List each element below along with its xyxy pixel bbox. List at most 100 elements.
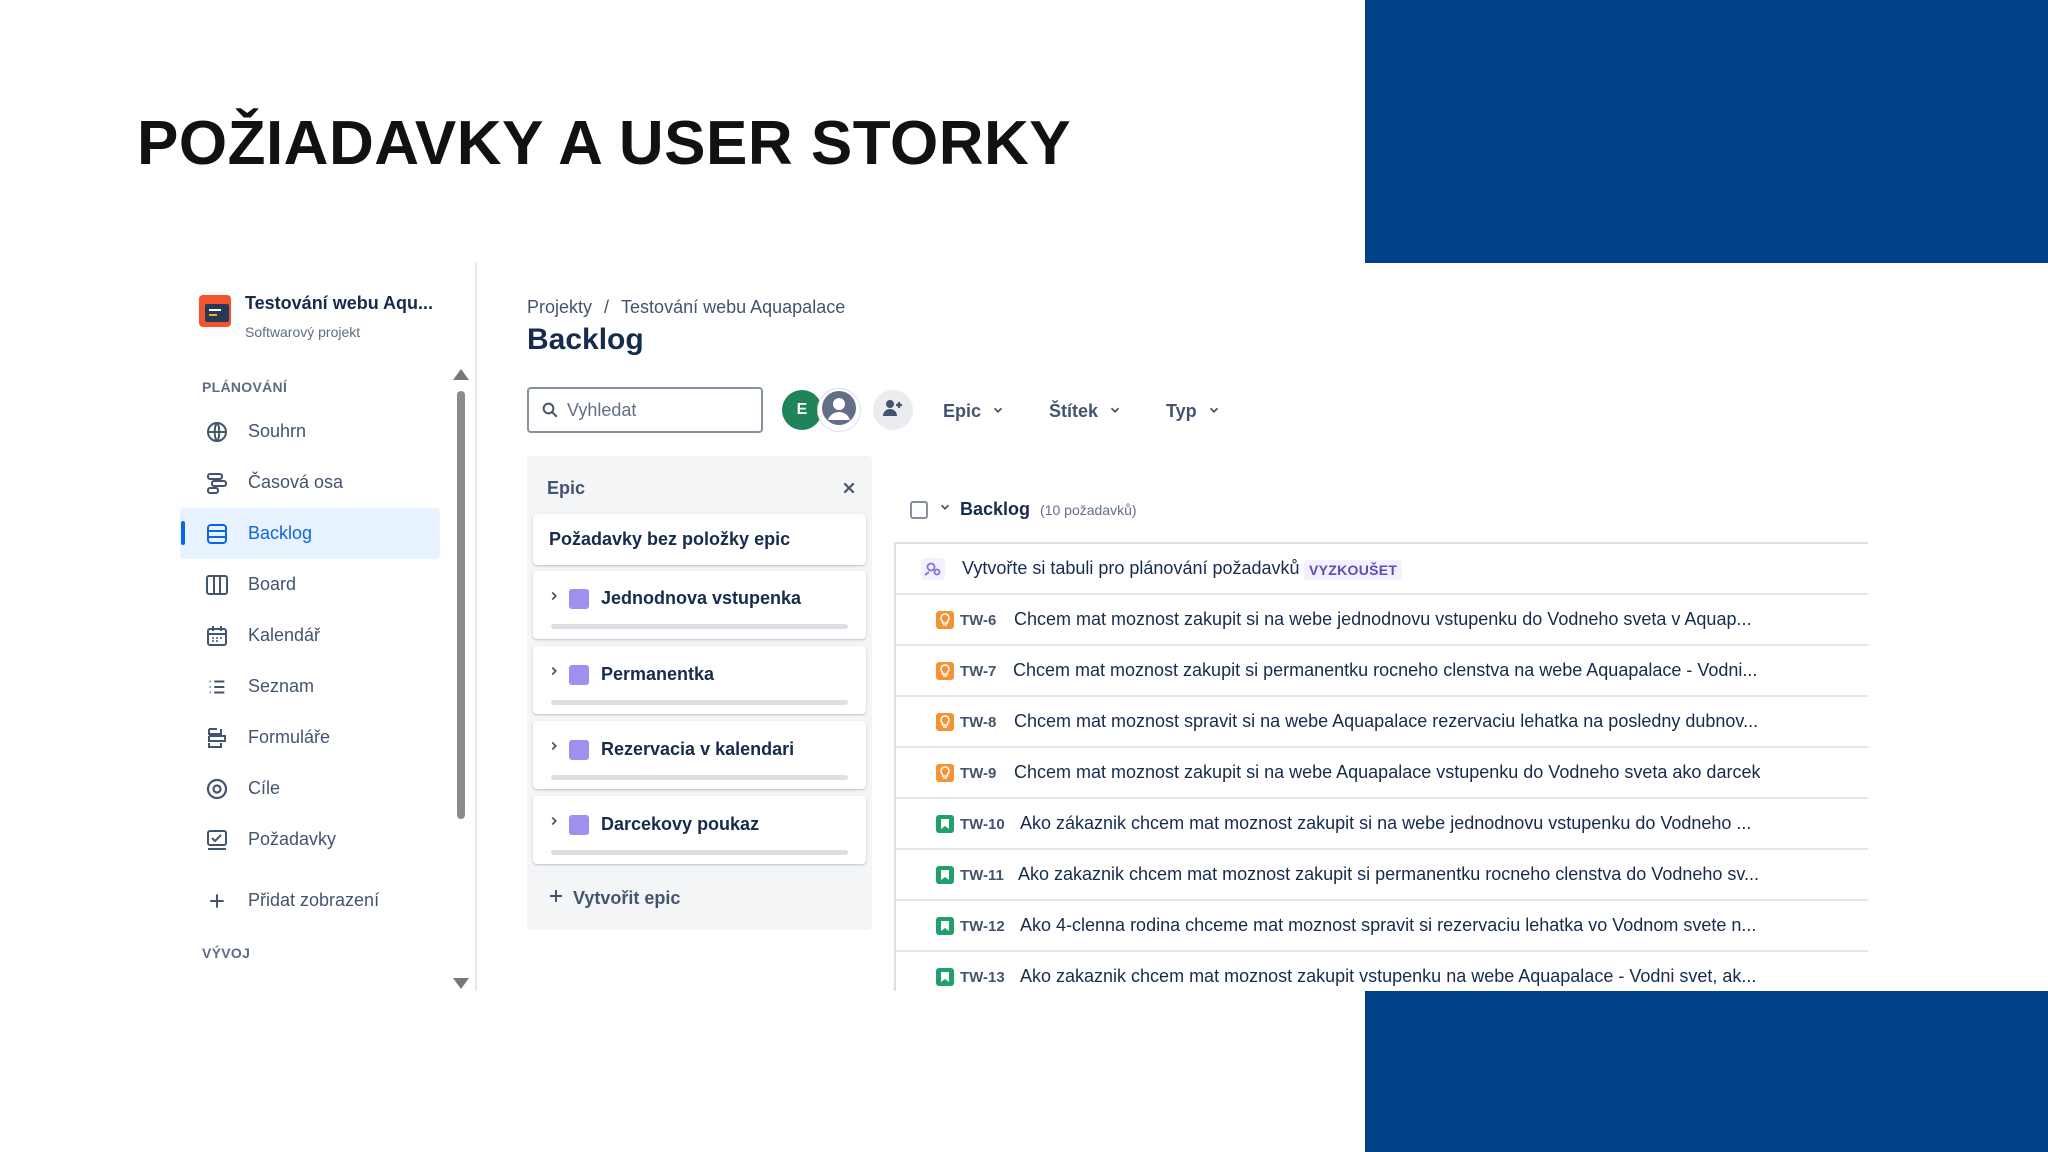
target-icon (204, 776, 230, 802)
sidebar-item-goals[interactable]: Cíle (180, 763, 440, 814)
jira-screenshot: Testování webu Aqu... Softwarový projekt… (180, 263, 1868, 991)
table-row[interactable]: TW-11 Ako zakaznik chcem mat moznost zak… (896, 850, 1868, 901)
project-name[interactable]: Testování webu Aqu... (245, 293, 433, 314)
sidebar-item-label: Souhrn (248, 421, 307, 441)
no-epic-item[interactable]: Požadavky bez položky epic (533, 514, 866, 565)
sidebar-item-souhrn[interactable]: Souhrn (180, 406, 440, 457)
chevron-down-icon (1108, 401, 1122, 422)
search-icon (541, 401, 559, 419)
table-row[interactable]: TW-7 Chcem mat moznost zakupit si perman… (896, 646, 1868, 697)
sidebar: Testování webu Aqu... Softwarový projekt… (180, 263, 476, 991)
epic-item[interactable]: Darcekovy poukaz (533, 796, 866, 864)
search-input[interactable] (567, 399, 747, 421)
sidebar-item-label: Cíle (248, 778, 281, 798)
planning-promo-row[interactable]: Vytvořte si tabuli pro plánování požadav… (896, 544, 1868, 595)
table-row[interactable]: TW-9 Chcem mat moznost zakupit si na web… (896, 748, 1868, 799)
issue-key[interactable]: TW-8 (960, 714, 996, 731)
list-icon (204, 674, 230, 700)
epic-item[interactable]: Jednodnova vstupenka (533, 571, 866, 639)
planning-section-label: PLÁNOVÁNÍ (202, 379, 288, 395)
scroll-down-arrow[interactable] (453, 978, 469, 989)
add-view-button[interactable]: Přidat zobrazení (180, 875, 440, 926)
lightbulb-icon (936, 713, 954, 731)
sidebar-item-label: Board (248, 574, 297, 594)
sidebar-item-label: Kalendář (248, 625, 321, 645)
table-row[interactable]: TW-10 Ako zákaznik chcem mat moznost zak… (896, 799, 1868, 850)
sidebar-item-timeline[interactable]: Časová osa (180, 457, 440, 508)
issue-key[interactable]: TW-9 (960, 765, 996, 782)
type-filter-label: Typ (1166, 400, 1197, 421)
search-box[interactable] (527, 387, 763, 433)
sidebar-item-label: Časová osa (248, 472, 344, 492)
dev-section-label: VÝVOJ (202, 945, 251, 961)
epic-name: Darcekovy poukaz (601, 814, 760, 834)
sidebar-item-forms[interactable]: Formuláře (180, 712, 440, 763)
table-row[interactable]: TW-13 Ako zakaznik chcem mat moznost zak… (896, 952, 1868, 991)
avatar-user[interactable] (818, 389, 860, 431)
promo-text: Vytvořte si tabuli pro plánování požadav… (962, 558, 1300, 578)
issue-summary: Ako zakaznik chcem mat moznost zakupit v… (1020, 966, 1757, 986)
epic-panel-header: Epic (547, 478, 586, 498)
sidebar-item-list[interactable]: Seznam (180, 661, 440, 712)
lightbulb-icon (936, 764, 954, 782)
breadcrumb-separator: / (604, 297, 610, 317)
issue-key[interactable]: TW-10 (960, 816, 1005, 833)
sidebar-item-calendar[interactable]: Kalendář (180, 610, 440, 661)
backlog-select-checkbox[interactable] (910, 500, 928, 519)
project-type: Softwarový projekt (245, 324, 361, 340)
epic-color-swatch (569, 815, 589, 835)
issue-summary: Chcem mat moznost zakupit si permanentku… (1013, 660, 1758, 680)
issue-key[interactable]: TW-7 (960, 663, 996, 680)
epic-filter-button[interactable]: Epic (943, 393, 1005, 429)
create-epic-button[interactable]: Vytvořit epic (547, 887, 680, 910)
issue-summary: Ako 4-clenna rodina chceme mat moznost s… (1020, 915, 1757, 935)
issue-key[interactable]: TW-13 (960, 969, 1005, 986)
avatar-e[interactable]: E (782, 390, 822, 430)
chevron-down-icon[interactable] (938, 500, 952, 519)
table-row[interactable]: TW-8 Chcem mat moznost spravit si na web… (896, 697, 1868, 748)
sidebar-item-board[interactable]: Board (180, 559, 440, 610)
chevron-down-icon (1207, 401, 1221, 422)
board-icon (204, 572, 230, 598)
label-filter-button[interactable]: Štítek (1049, 393, 1122, 429)
epic-progress-bar (551, 700, 848, 705)
backlog-header: Backlog (10 požadavků) (910, 499, 1137, 520)
table-row[interactable]: TW-6 Chcem mat moznost zakupit si na web… (896, 595, 1868, 646)
table-row[interactable]: TW-12 Ako 4-clenna rodina chceme mat moz… (896, 901, 1868, 952)
story-icon (936, 866, 954, 884)
sidebar-item-requests[interactable]: Požadavky (180, 814, 440, 865)
close-icon[interactable] (837, 476, 861, 500)
lightbulb-icon (936, 611, 954, 629)
chevron-right-icon (547, 814, 561, 828)
plus-icon (547, 887, 565, 910)
epic-filter-label: Epic (943, 400, 982, 421)
epic-progress-bar (551, 850, 848, 855)
plus-icon (204, 888, 230, 914)
add-people-button[interactable] (873, 390, 913, 430)
type-filter-button[interactable]: Typ (1166, 393, 1221, 429)
breadcrumb-projects[interactable]: Projekty (527, 297, 592, 318)
label-filter-label: Štítek (1049, 400, 1099, 421)
sidebar-item-label: Seznam (248, 676, 315, 696)
sidebar-divider (475, 263, 477, 991)
issue-summary: Ako zakaznik chcem mat moznost zakupit s… (1018, 864, 1760, 884)
lightbulb-icon (936, 662, 954, 680)
add-person-icon (881, 396, 905, 425)
chevron-right-icon (547, 589, 561, 603)
epic-progress-bar (551, 775, 848, 780)
chevron-right-icon (547, 739, 561, 753)
breadcrumb-project[interactable]: Testování webu Aquapalace (621, 297, 845, 318)
sidebar-item-backlog[interactable]: Backlog (180, 508, 440, 559)
epic-item[interactable]: Permanentka (533, 646, 866, 714)
issue-key[interactable]: TW-6 (960, 612, 996, 629)
epic-color-swatch (569, 740, 589, 760)
scroll-up-arrow[interactable] (453, 369, 469, 380)
issue-key[interactable]: TW-12 (960, 918, 1005, 935)
sidebar-scrollbar[interactable] (457, 391, 465, 819)
issue-key[interactable]: TW-11 (960, 867, 1004, 884)
requests-icon (204, 827, 230, 853)
try-badge[interactable]: VYZKOUŠET (1304, 560, 1403, 580)
slide-decoration-top (1365, 0, 2048, 263)
backlog-title: Backlog (960, 499, 1031, 519)
epic-item[interactable]: Rezervacia v kalendari (533, 721, 866, 789)
